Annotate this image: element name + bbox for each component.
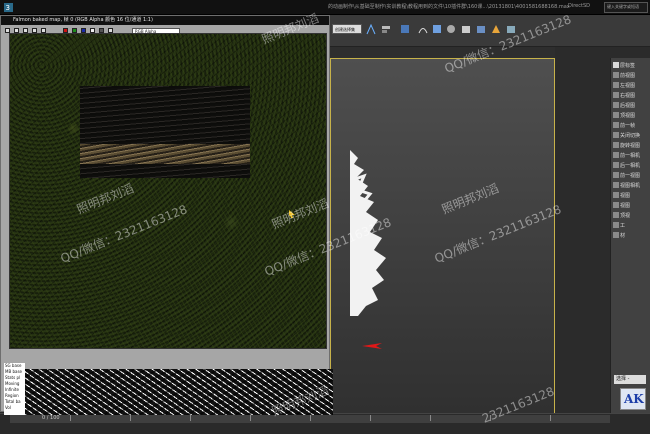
curve-icon[interactable] [418,24,428,35]
window-title-path: 的动画制作\从基础至制作\实训教程\教程用到的文件\10插件群\160课...\… [328,4,570,10]
panel-item[interactable]: 后视图 [613,102,649,110]
selection-set-dropdown[interactable]: 创建选择集 [332,24,362,34]
panel-item[interactable]: 层标签 [613,62,649,70]
app-title-bar: 3 的动画制作\从基础至制作\实训教程\教程用到的文件\10插件群\160课..… [0,0,650,15]
panel-item[interactable]: 视图 [613,192,649,200]
time-slider[interactable] [10,415,610,423]
panel-item[interactable]: 材 [613,232,649,240]
panel-item[interactable]: 左视图 [613,82,649,90]
panel-item[interactable]: 右视图 [613,92,649,100]
layer-icon[interactable] [400,24,410,35]
render-setup-icon[interactable] [461,24,471,35]
title-app-icon[interactable]: 3 [4,3,13,14]
panel-item[interactable]: 顶视 [613,212,649,220]
bark-texture-region [80,86,250,178]
schematic-icon[interactable] [432,24,442,35]
panel-item[interactable]: 视图 [613,202,649,210]
command-panel: 层标签 前视图 左视图 右视图 后视图 顶视图 前一帧 关闭切换 旋转视图 前一… [610,58,650,413]
frame-counter: 0 / 100 [42,415,60,421]
material-icon[interactable] [446,24,456,35]
rendered-image [9,33,327,349]
render-frame-icon[interactable] [476,24,486,35]
render-info-panel: SG base MB base Stats pl Moving Infinite Reg… [4,363,25,415]
brand-logo: AK [620,388,646,410]
panel-item[interactable]: 工 [613,222,649,230]
panel-item[interactable]: 视图相机 [613,182,649,190]
search-input[interactable]: 键入关键字或短语 [604,2,648,13]
panel-item[interactable]: 前视图 [613,72,649,80]
panel-item[interactable]: 前一帧 [613,122,649,130]
selection-combo[interactable]: 选择 - [614,375,646,384]
mirror-icon[interactable] [366,24,376,35]
render-icon[interactable] [491,24,501,35]
viewport-label-bar [330,47,555,58]
align-icon[interactable] [381,24,391,35]
svg-text:3: 3 [6,4,10,12]
panel-item[interactable]: 顶视图 [613,112,649,120]
panel-item[interactable]: 前一视图 [613,172,649,180]
window-title-right: DirectSD [568,3,590,9]
panel-item[interactable]: 关闭切换 [613,132,649,140]
panel-item[interactable]: 旋转视图 [613,142,649,150]
panel-item[interactable]: 后一相机 [613,162,649,170]
axis-gizmo-icon [362,343,382,349]
panel-item[interactable]: 前一相机 [613,152,649,160]
